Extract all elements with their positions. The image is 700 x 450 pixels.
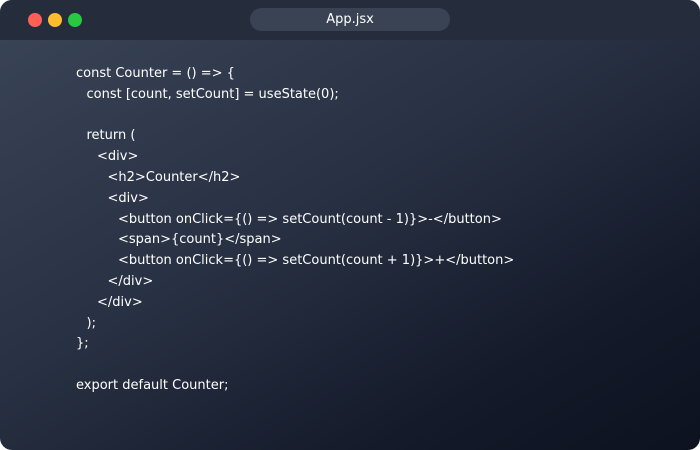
- code-editor[interactable]: const Counter = () => { const [count, set…: [76, 64, 514, 397]
- code-line: <button onClick={() => setCount(count + …: [118, 253, 515, 269]
- maximize-window-button[interactable]: [68, 13, 82, 27]
- code-line: const Counter = () => {: [76, 66, 235, 81]
- minimize-window-button[interactable]: [48, 13, 62, 27]
- title-bar: App.jsx: [0, 0, 700, 40]
- code-line: <h2>Counter</h2>: [107, 169, 241, 185]
- code-line: <button onClick={() => setCount(count - …: [118, 211, 502, 227]
- code-line: };: [76, 336, 89, 352]
- code-line: const [count, setCount] = useState(0);: [86, 86, 339, 102]
- code-line: return (: [86, 128, 136, 144]
- code-line: <div>: [107, 190, 149, 206]
- code-line: );: [86, 315, 96, 331]
- code-window: App.jsx const Counter = () => { const [co…: [0, 0, 700, 450]
- code-line: <span>{count}</span>: [118, 232, 282, 248]
- code-line: </div>: [107, 273, 154, 289]
- code-line: </div>: [97, 294, 143, 310]
- code-line: export default Counter;: [76, 377, 229, 393]
- code-line: <div>: [97, 149, 139, 165]
- close-window-button[interactable]: [28, 13, 42, 27]
- file-tab[interactable]: App.jsx: [250, 8, 450, 31]
